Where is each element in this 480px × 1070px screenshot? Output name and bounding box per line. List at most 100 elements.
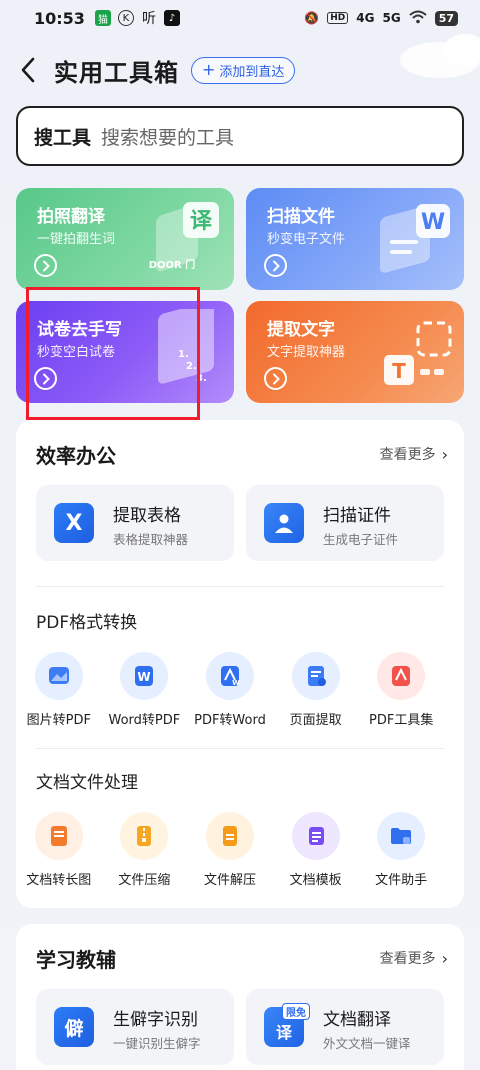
add-to-shortcut-button[interactable]: + 添加到直达 [191, 56, 296, 84]
tool-label: 文件压缩 [118, 873, 171, 888]
tool-extract-table[interactable]: X 提取表格 表格提取神器 [36, 485, 234, 561]
tool-title: 提取表格 [113, 506, 181, 526]
tool-doc-template[interactable]: 文档模板 [273, 812, 359, 888]
tool-label: 页面提取 [289, 713, 342, 728]
pdf-toolkit-icon [377, 652, 426, 700]
hd-icon: HD [327, 12, 349, 24]
tool-file-compress[interactable]: 文件压缩 [102, 812, 188, 888]
network-5g: 5G [382, 11, 401, 25]
see-more-label: 查看更多 [379, 951, 436, 967]
tool-title: 扫描证件 [323, 506, 391, 526]
chevron-right-icon [264, 254, 287, 277]
card-subtitle: 一键拍翻生词 [37, 232, 116, 247]
icon-glyph: W [138, 670, 151, 684]
tool-pdf-toolkit[interactable]: PDF工具集 [358, 652, 444, 728]
doc-tools-grid: 文档转长图 文件压缩 文件解压 文档模板 文件助手 [16, 812, 464, 888]
tool-subtitle: 外文文档一键译 [323, 1036, 411, 1051]
highlight-box [26, 287, 200, 420]
search-input[interactable]: 搜工具 搜索想要的工具 [16, 106, 464, 166]
divider [36, 748, 444, 749]
battery-indicator: 57 [434, 10, 458, 26]
pdf-tools-grid: 图片转PDF W Word转PDF W PDF转Word 页面提取 PDF工具集 [16, 652, 464, 728]
translate-illustration-icon: 译 DOOR 门 [149, 202, 219, 272]
see-more-label: 查看更多 [379, 447, 436, 463]
card-photo-translate[interactable]: 拍照翻译 一键拍翻生词 译 DOOR 门 [16, 188, 234, 290]
template-icon [291, 812, 340, 860]
tool-scan-id[interactable]: 扫描证件 生成电子证件 [246, 485, 444, 561]
search-label: 搜工具 [34, 126, 92, 149]
free-badge: 限免 [282, 1003, 310, 1020]
tool-label: Word转PDF [108, 713, 181, 728]
mute-icon: 🔕 [304, 11, 320, 25]
app-notification-icon: 猫 [94, 10, 111, 26]
rare-char-icon: 僻 [54, 1007, 94, 1047]
card-subtitle: 秒变电子文件 [267, 232, 346, 247]
tool-image-to-pdf[interactable]: 图片转PDF [16, 652, 102, 728]
tool-icon-glyph: X [65, 510, 83, 536]
card-scan-document[interactable]: 扫描文件 秒变电子文件 W [246, 188, 464, 290]
tool-label: 图片转PDF [26, 713, 91, 728]
tiktok-icon: ♪ [163, 10, 180, 26]
tool-label: 文件解压 [203, 873, 256, 888]
chevron-right-icon: › [441, 948, 448, 968]
add-button-label: 添加到直达 [219, 64, 285, 80]
network-4g: 4G [356, 11, 375, 25]
tool-title: 生僻字识别 [113, 1010, 198, 1030]
pdf-to-word-icon: W [205, 652, 254, 700]
section-title-study: 学习教辅 [36, 948, 116, 972]
tool-subtitle: 生成电子证件 [323, 532, 399, 547]
divider [36, 586, 444, 587]
icon-glyph: W [232, 679, 240, 687]
long-image-icon [34, 812, 83, 860]
translate-glyph: 译 [190, 209, 213, 234]
id-card-scan-icon [264, 503, 304, 543]
tool-label: PDF转Word [194, 713, 266, 728]
page-extract-icon [291, 652, 340, 700]
card-title: 扫描文件 [267, 207, 335, 227]
search-placeholder: 搜索想要的工具 [101, 126, 235, 149]
text-extract-illustration-icon: T [384, 321, 452, 385]
status-time: 10:53 [34, 8, 85, 28]
chevron-right-icon: › [441, 444, 448, 464]
tool-doc-translate[interactable]: 译 限免 文档翻译 外文文档一键译 [246, 989, 444, 1065]
tool-label: PDF工具集 [369, 713, 434, 728]
header: 实用工具箱 + 添加到直达 [0, 44, 480, 96]
tool-label: 文件助手 [375, 873, 428, 888]
zip-icon [120, 812, 169, 860]
plus-icon: + [202, 60, 216, 79]
tool-doc-to-long-image[interactable]: 文档转长图 [16, 812, 102, 888]
chevron-right-icon [34, 254, 57, 277]
tool-word-to-pdf[interactable]: W Word转PDF [102, 652, 188, 728]
section-title-office: 效率办公 [36, 444, 116, 468]
tool-subtitle: 一键识别生僻字 [113, 1036, 201, 1051]
translate-art-word: DOOR 门 [149, 258, 195, 271]
tool-label: 文档模板 [289, 873, 342, 888]
tool-file-extract[interactable]: 文件解压 [187, 812, 273, 888]
tool-icon-glyph: 僻 [64, 1017, 84, 1040]
folder-icon [377, 812, 426, 860]
k-app-icon: K [117, 10, 134, 26]
back-icon[interactable] [20, 56, 44, 84]
card-subtitle: 文字提取神器 [267, 345, 346, 360]
card-extract-text[interactable]: 提取文字 文字提取神器 T [246, 301, 464, 403]
tool-pdf-to-word[interactable]: W PDF转Word [187, 652, 273, 728]
image-to-pdf-icon [34, 652, 83, 700]
study-panel: 学习教辅 查看更多 › 僻 生僻字识别 一键识别生僻字 译 限免 文档翻译 外文文… [16, 924, 464, 1070]
unzip-icon [205, 812, 254, 860]
tools-panel: 效率办公 查看更多 › X 提取表格 表格提取神器 扫描证件 生成电子证件 PDF… [16, 420, 464, 908]
chevron-right-icon [264, 367, 287, 390]
text-glyph: T [392, 359, 406, 383]
tool-title: 文档翻译 [323, 1010, 391, 1030]
page-title: 实用工具箱 [54, 58, 179, 87]
tool-page-extract[interactable]: 页面提取 [273, 652, 359, 728]
tool-file-assistant[interactable]: 文件助手 [358, 812, 444, 888]
tool-label: 文档转长图 [26, 873, 92, 888]
see-more-study-button[interactable]: 查看更多 › [380, 948, 448, 968]
tool-rare-char[interactable]: 僻 生僻字识别 一键识别生僻字 [36, 989, 234, 1065]
card-title: 拍照翻译 [37, 207, 105, 227]
section-title-doc: 文档文件处理 [36, 773, 138, 793]
listen-app-icon: 听 [141, 11, 156, 27]
wifi-icon [409, 10, 427, 27]
word-glyph: W [421, 210, 445, 235]
see-more-office-button[interactable]: 查看更多 › [380, 444, 448, 464]
